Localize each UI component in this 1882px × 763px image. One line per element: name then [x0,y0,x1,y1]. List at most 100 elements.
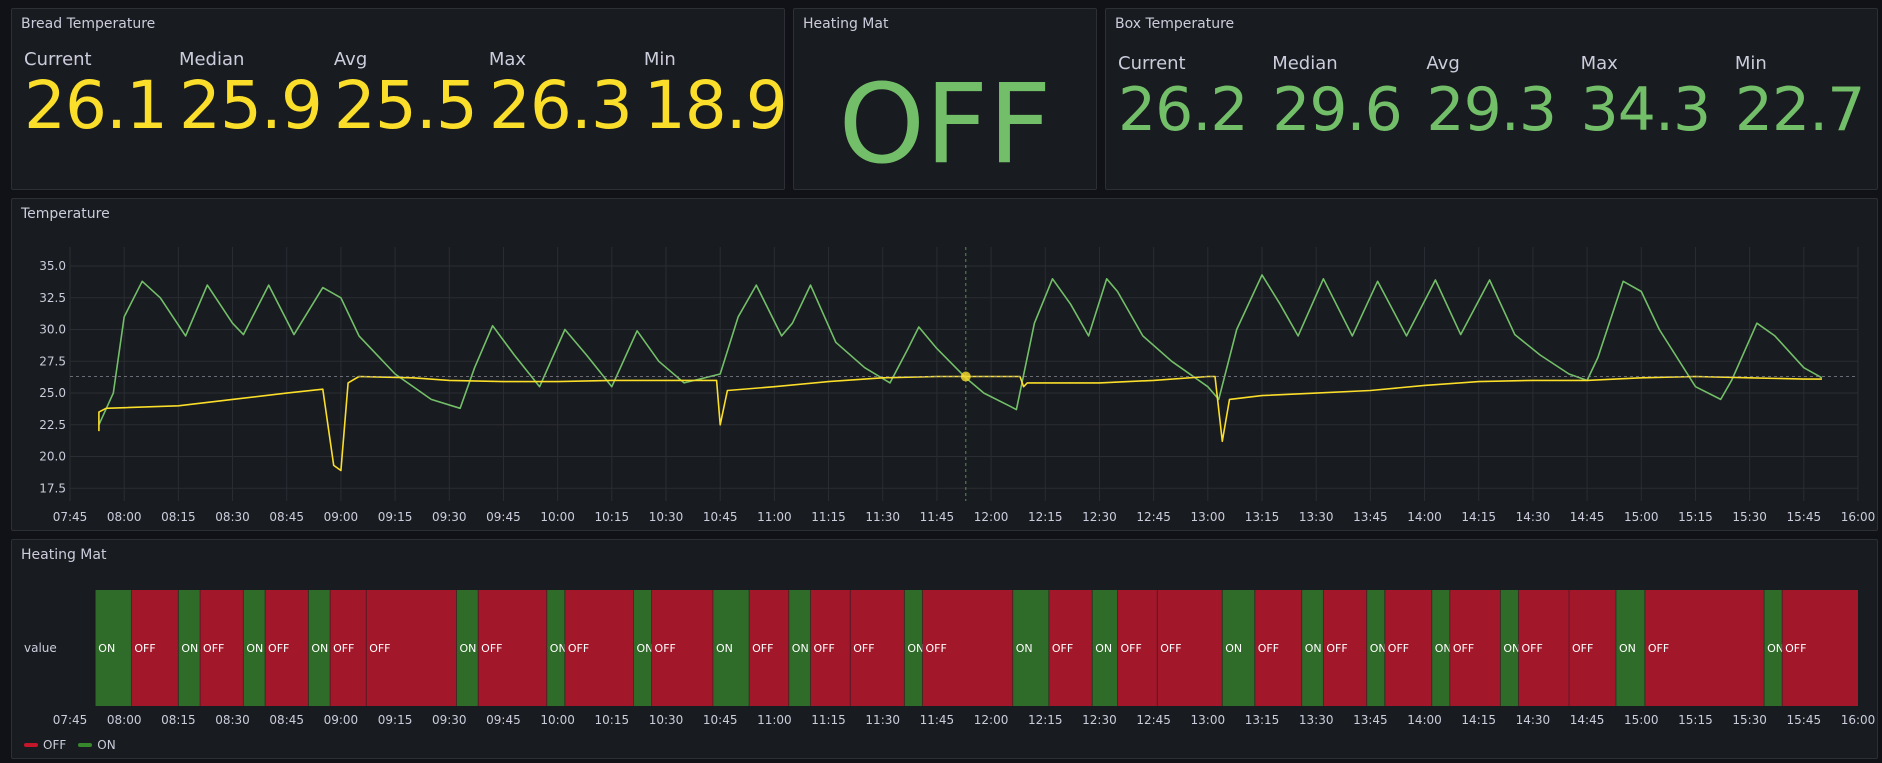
state-label: OFF [134,642,155,655]
state-label: OFF [203,642,224,655]
x-tick-label: 12:30 [1082,713,1117,727]
x-tick-label: 16:00 [1841,713,1876,727]
y-tick-label: 20.0 [39,450,66,464]
state-label: ON [1767,642,1784,655]
state-label: ON [907,642,924,655]
x-tick-label: 10:15 [595,713,630,727]
stat-value: 22.7 [1734,75,1866,145]
stat-label: Max [1580,53,1618,74]
stat-median: Median 25.9 [167,49,323,144]
x-tick-label: 11:30 [865,713,900,727]
stat-label: Median [1272,53,1338,74]
state-label: OFF [333,642,354,655]
x-tick-label: 14:45 [1570,713,1605,727]
panel-title[interactable]: Box Temperature [1115,16,1234,32]
stat-avg: Avg 25.5 [322,49,478,144]
x-tick-label: 16:00 [1841,510,1876,524]
state-label: ON [1016,642,1033,655]
state-label: OFF [1388,642,1409,655]
state-label: OFF [752,642,773,655]
x-tick-label: 08:45 [269,713,304,727]
x-tick-label: 08:00 [107,510,142,524]
x-tick-label: 10:45 [703,713,738,727]
state-label: OFF [1326,642,1347,655]
panel-title[interactable]: Bread Temperature [21,16,155,32]
x-tick-label: 10:30 [649,510,684,524]
state-label: OFF [268,642,289,655]
state-label: ON [1225,642,1242,655]
legend-label: ON [97,738,116,752]
temperature-chart[interactable]: 17.5 20.0 22.5 25.0 27.5 30.0 32.5 35.0 07:45 08:… [12,199,1877,530]
stat-value: 25.9 [178,67,323,144]
y-tick-label: 25.0 [39,386,66,400]
x-tick-label: 15:00 [1624,713,1659,727]
state-label: ON [246,642,263,655]
x-tick-label: 15:45 [1787,510,1822,524]
stat-min: Min 22.7 [1723,53,1877,146]
x-tick-label: 15:15 [1678,713,1713,727]
stat-median: Median 29.6 [1260,53,1414,146]
bread-temperature-panel: Bread Temperature Current 26.1 Median 25… [11,8,788,190]
x-tick-label: 10:00 [540,713,575,727]
x-tick-label: 12:15 [1028,713,1063,727]
x-tick-label: 09:45 [486,510,521,524]
state-label: OFF [1785,642,1806,655]
x-tick-label: 12:00 [974,510,1009,524]
panel-title[interactable]: Heating Mat [803,16,888,32]
stat-avg: Avg 29.3 [1414,53,1568,146]
stat-label: Current [1118,53,1186,74]
state-label: ON [636,642,653,655]
state-label: OFF [1521,642,1542,655]
legend-item-on[interactable]: ON [78,738,116,752]
x-tick-label: 13:30 [1299,713,1334,727]
x-tick-label: 14:00 [1407,713,1442,727]
x-tick-label: 09:15 [378,713,413,727]
stat-value: 25.5 [333,67,478,144]
x-tick-label: 14:15 [1461,713,1496,727]
stat-label: Min [1734,53,1767,74]
state-label: ON [1503,642,1520,655]
state-label: OFF [925,642,946,655]
x-tick-label: 15:30 [1732,713,1767,727]
box-temperature-panel: Box Temperature Current 26.2 Median 29.6… [1105,8,1878,190]
x-tick-label: 07:45 [53,713,88,727]
state-label: ON [1370,642,1387,655]
hover-point [960,371,971,382]
legend-item-off[interactable]: OFF [24,738,66,752]
x-tick-label: 09:30 [432,713,467,727]
state-label: OFF [1258,642,1279,655]
x-tick-label: 09:45 [486,713,521,727]
x-tick-label: 11:15 [811,510,846,524]
state-label: ON [716,642,733,655]
y-tick-label: 27.5 [39,354,66,368]
state-label: ON [181,642,198,655]
state-label: OFF [655,642,676,655]
x-tick-label: 08:30 [215,713,250,727]
x-tick-label: 11:00 [757,510,792,524]
stat-value: 26.2 [1118,75,1249,145]
x-tick-label: 15:45 [1787,713,1822,727]
x-tick-label: 12:00 [974,713,1009,727]
row-label: value [24,641,57,655]
x-tick-label: 09:15 [378,510,413,524]
x-tick-label: 08:45 [269,510,304,524]
state-label: OFF [853,642,874,655]
x-tick-label: 09:00 [324,510,359,524]
state-label: ON [459,642,476,655]
x-tick-label: 11:45 [920,510,955,524]
stat-value: 18.9 [643,67,788,144]
heating-mat-timeline-chart[interactable]: value ON OFF ON OFF ON OFF ON OFF OFF ON OFF ON OFF ON… [12,540,1877,730]
x-tick-label: 14:45 [1570,510,1605,524]
state-label: ON [1619,642,1636,655]
legend-label: OFF [43,738,67,752]
x-tick-label: 10:00 [540,510,575,524]
y-tick-label: 35.0 [39,259,66,273]
y-tick-label: 17.5 [39,481,66,495]
state-label: ON [1095,642,1112,655]
state-label: OFF [1052,642,1073,655]
stat-max: Max 34.3 [1569,53,1723,146]
x-tick-label: 09:00 [324,713,359,727]
x-tick-label: 10:15 [595,510,630,524]
state-label: OFF [1572,642,1593,655]
x-tick-label: 13:30 [1299,510,1334,524]
